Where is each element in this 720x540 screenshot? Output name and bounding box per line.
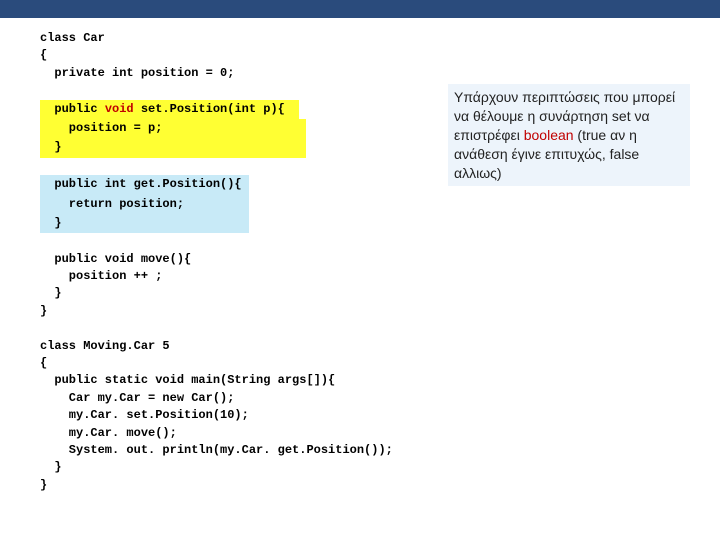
- annotation-note: Υπάρχουν περιπτώσεις που μπορεί να θέλου…: [448, 84, 690, 186]
- code-line: my.Car. move();: [40, 425, 460, 442]
- code-line: return position;: [40, 195, 460, 214]
- code-line: private int position = 0;: [40, 65, 460, 82]
- code-line: {: [40, 355, 460, 372]
- slide-top-bar: [0, 0, 720, 18]
- code-line: [40, 320, 460, 337]
- code-line: }: [40, 303, 460, 320]
- code-line: my.Car. set.Position(10);: [40, 407, 460, 424]
- code-line: [40, 233, 460, 250]
- code-line: }: [40, 477, 460, 494]
- code-line-setposition: public void set.Position(int p){: [40, 100, 460, 119]
- code-block: class Car { private int position = 0; pu…: [40, 30, 460, 494]
- code-line: public void move(){: [40, 251, 460, 268]
- code-line: System. out. println(my.Car. get.Positio…: [40, 442, 460, 459]
- code-line: position = p;: [40, 119, 460, 138]
- code-line: Car my.Car = new Car();: [40, 390, 460, 407]
- code-line: position ++ ;: [40, 268, 460, 285]
- note-boolean: boolean: [524, 127, 574, 143]
- code-line: }: [40, 138, 460, 157]
- code-line-getposition: public int get.Position(){: [40, 175, 460, 194]
- code-line: class Moving.Car 5: [40, 338, 460, 355]
- code-line: [40, 82, 460, 99]
- code-line: }: [40, 285, 460, 302]
- code-line: }: [40, 459, 460, 476]
- code-line: }: [40, 214, 460, 233]
- keyword-void: void: [105, 102, 134, 116]
- code-line: {: [40, 47, 460, 64]
- code-line: [40, 158, 460, 175]
- code-line: public static void main(String args[]){: [40, 372, 460, 389]
- code-line: class Car: [40, 30, 460, 47]
